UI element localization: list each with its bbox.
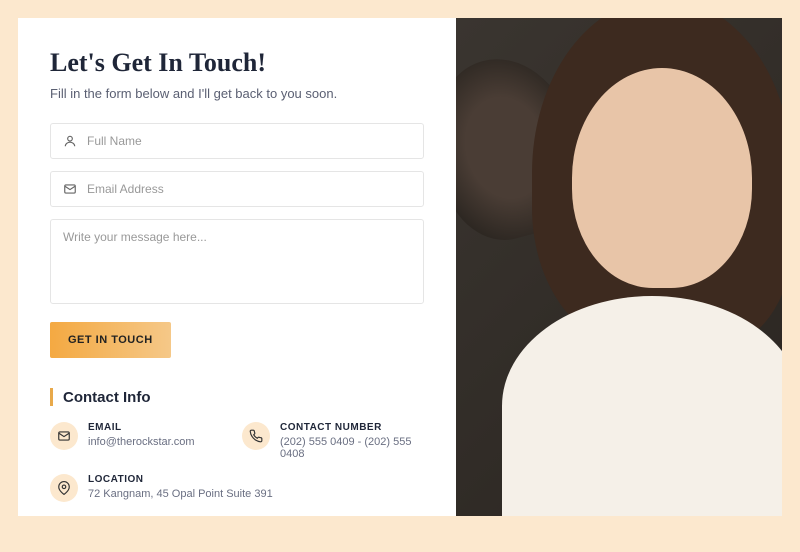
email-info: EMAIL info@therockstar.com [50,422,232,460]
email-value: info@therockstar.com [88,436,195,448]
email-text: EMAIL info@therockstar.com [88,422,195,448]
page-subtitle: Fill in the form below and I'll get back… [50,86,424,101]
accent-bar [50,388,53,406]
submit-button[interactable]: GET IN TOUCH [50,322,171,358]
support-agent-photo [456,18,782,516]
phone-value: (202) 555 0409 - (202) 555 0408 [280,436,424,460]
phone-text: CONTACT NUMBER (202) 555 0409 - (202) 55… [280,422,424,460]
phone-label: CONTACT NUMBER [280,422,424,433]
message-field-wrapper [50,219,424,304]
email-label: EMAIL [88,422,195,433]
location-info: LOCATION 72 Kangnam, 45 Opal Point Suite… [50,474,424,502]
person-icon [63,134,77,148]
contact-info-header: Contact Info [50,388,424,406]
hero-image [456,18,782,516]
name-input[interactable] [87,134,411,148]
location-label: LOCATION [88,474,273,485]
contact-page: Let's Get In Touch! Fill in the form bel… [18,18,782,516]
email-input[interactable] [87,182,411,196]
email-field-wrapper [50,171,424,207]
phone-icon [242,422,270,450]
name-field-wrapper [50,123,424,159]
envelope-icon [63,182,77,196]
location-icon [50,474,78,502]
contact-info-title: Contact Info [63,389,151,406]
message-input[interactable] [63,230,411,288]
phone-info: CONTACT NUMBER (202) 555 0409 - (202) 55… [242,422,424,460]
page-title: Let's Get In Touch! [50,48,424,78]
contact-info-grid: EMAIL info@therockstar.com CONTACT NUMBE… [50,422,424,502]
contact-info-section: Contact Info EMAIL info@therockstar.com [50,388,424,502]
location-text: LOCATION 72 Kangnam, 45 Opal Point Suite… [88,474,273,500]
location-value: 72 Kangnam, 45 Opal Point Suite 391 [88,488,273,500]
form-panel: Let's Get In Touch! Fill in the form bel… [18,18,456,516]
email-icon [50,422,78,450]
